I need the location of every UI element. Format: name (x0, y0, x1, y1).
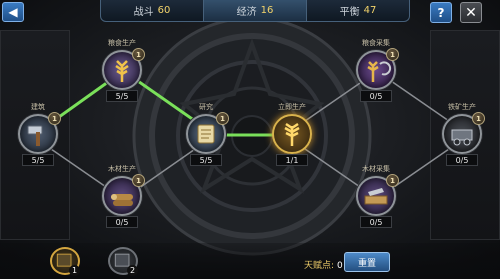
node-label: 研究 (199, 103, 213, 111)
back-arrow-icon: ◀ (8, 5, 18, 19)
tab-number: 1 (69, 265, 80, 276)
node-label: 粮食采集 (362, 39, 390, 47)
tab-balance-label: 平衡 (339, 7, 360, 18)
node-level-badge: 1 (386, 174, 399, 187)
tab-balance-value: 47 (363, 5, 377, 16)
tab-economy[interactable]: 经济 16 (204, 0, 307, 21)
node-level-badge: 1 (472, 112, 485, 125)
node-count: 0/5 (446, 154, 478, 166)
top-bar: ◀ 战斗 60 经济 16 平衡 47 ? ✕ (0, 0, 500, 25)
talent-page-tab-2[interactable]: 2 (108, 247, 138, 276)
node-label: 建筑 (31, 103, 45, 111)
node-label: 木材生产 (108, 165, 136, 173)
golden-wheat-icon (272, 114, 312, 154)
node-count: 5/5 (190, 154, 222, 166)
node-level-badge: 1 (216, 112, 229, 125)
talent-node-grain-production[interactable]: 粮食生产 1 5/5 (98, 39, 146, 110)
talent-points: 天赋点: 0 (304, 258, 343, 271)
node-count: 5/5 (106, 90, 138, 102)
node-count: 0/5 (106, 216, 138, 228)
tab-balance[interactable]: 平衡 47 (307, 0, 409, 21)
node-label: 铁矿生产 (448, 103, 476, 111)
talent-node-building[interactable]: 建筑 1 5/5 (14, 103, 62, 174)
node-count: 0/5 (360, 216, 392, 228)
talent-tree-screen: ◀ 战斗 60 经济 16 平衡 47 ? ✕ 建筑 1 5/5 粮食生产 1 … (0, 0, 500, 279)
tree-links (36, 70, 463, 199)
node-count: 0/5 (360, 90, 392, 102)
talent-node-instant-production[interactable]: 立即生产 1/1 (268, 103, 316, 174)
talent-node-wood-production[interactable]: 木材生产 1 0/5 (98, 165, 146, 236)
node-level-badge: 1 (132, 174, 145, 187)
tab-economy-label: 经济 (236, 7, 257, 18)
node-label: 粮食生产 (108, 39, 136, 47)
talent-page-tab-1[interactable]: 1 (50, 247, 80, 276)
talent-node-wood-gather[interactable]: 木材采集 1 0/5 (352, 165, 400, 236)
talent-node-iron-production[interactable]: 铁矿生产 1 0/5 (438, 103, 486, 174)
back-button[interactable]: ◀ (2, 2, 24, 22)
node-level-badge: 1 (132, 48, 145, 61)
tab-combat-label: 战斗 (133, 7, 154, 18)
node-level-badge: 1 (386, 48, 399, 61)
tab-number: 2 (127, 265, 138, 276)
node-label: 木材采集 (362, 165, 390, 173)
talent-node-research[interactable]: 研究 1 5/5 (182, 103, 230, 174)
node-level-badge: 1 (48, 112, 61, 125)
talent-node-grain-gather[interactable]: 粮食采集 1 0/5 (352, 39, 400, 110)
close-button[interactable]: ✕ (460, 2, 482, 23)
talent-category-tabs: 战斗 60 经济 16 平衡 47 (100, 0, 410, 22)
help-icon: ? (437, 5, 445, 20)
reset-label: 重置 (357, 258, 376, 269)
talent-points-value: 0 (337, 261, 343, 271)
tab-economy-value: 16 (260, 5, 274, 16)
node-label: 立即生产 (278, 103, 306, 111)
reset-button[interactable]: 重置 (344, 252, 390, 272)
talent-points-label: 天赋点: (304, 261, 335, 271)
node-count: 1/1 (276, 154, 308, 166)
tab-combat-value: 60 (157, 5, 171, 16)
help-button[interactable]: ? (430, 2, 452, 23)
tab-combat[interactable]: 战斗 60 (101, 0, 204, 21)
node-count: 5/5 (22, 154, 54, 166)
close-icon: ✕ (465, 4, 477, 21)
